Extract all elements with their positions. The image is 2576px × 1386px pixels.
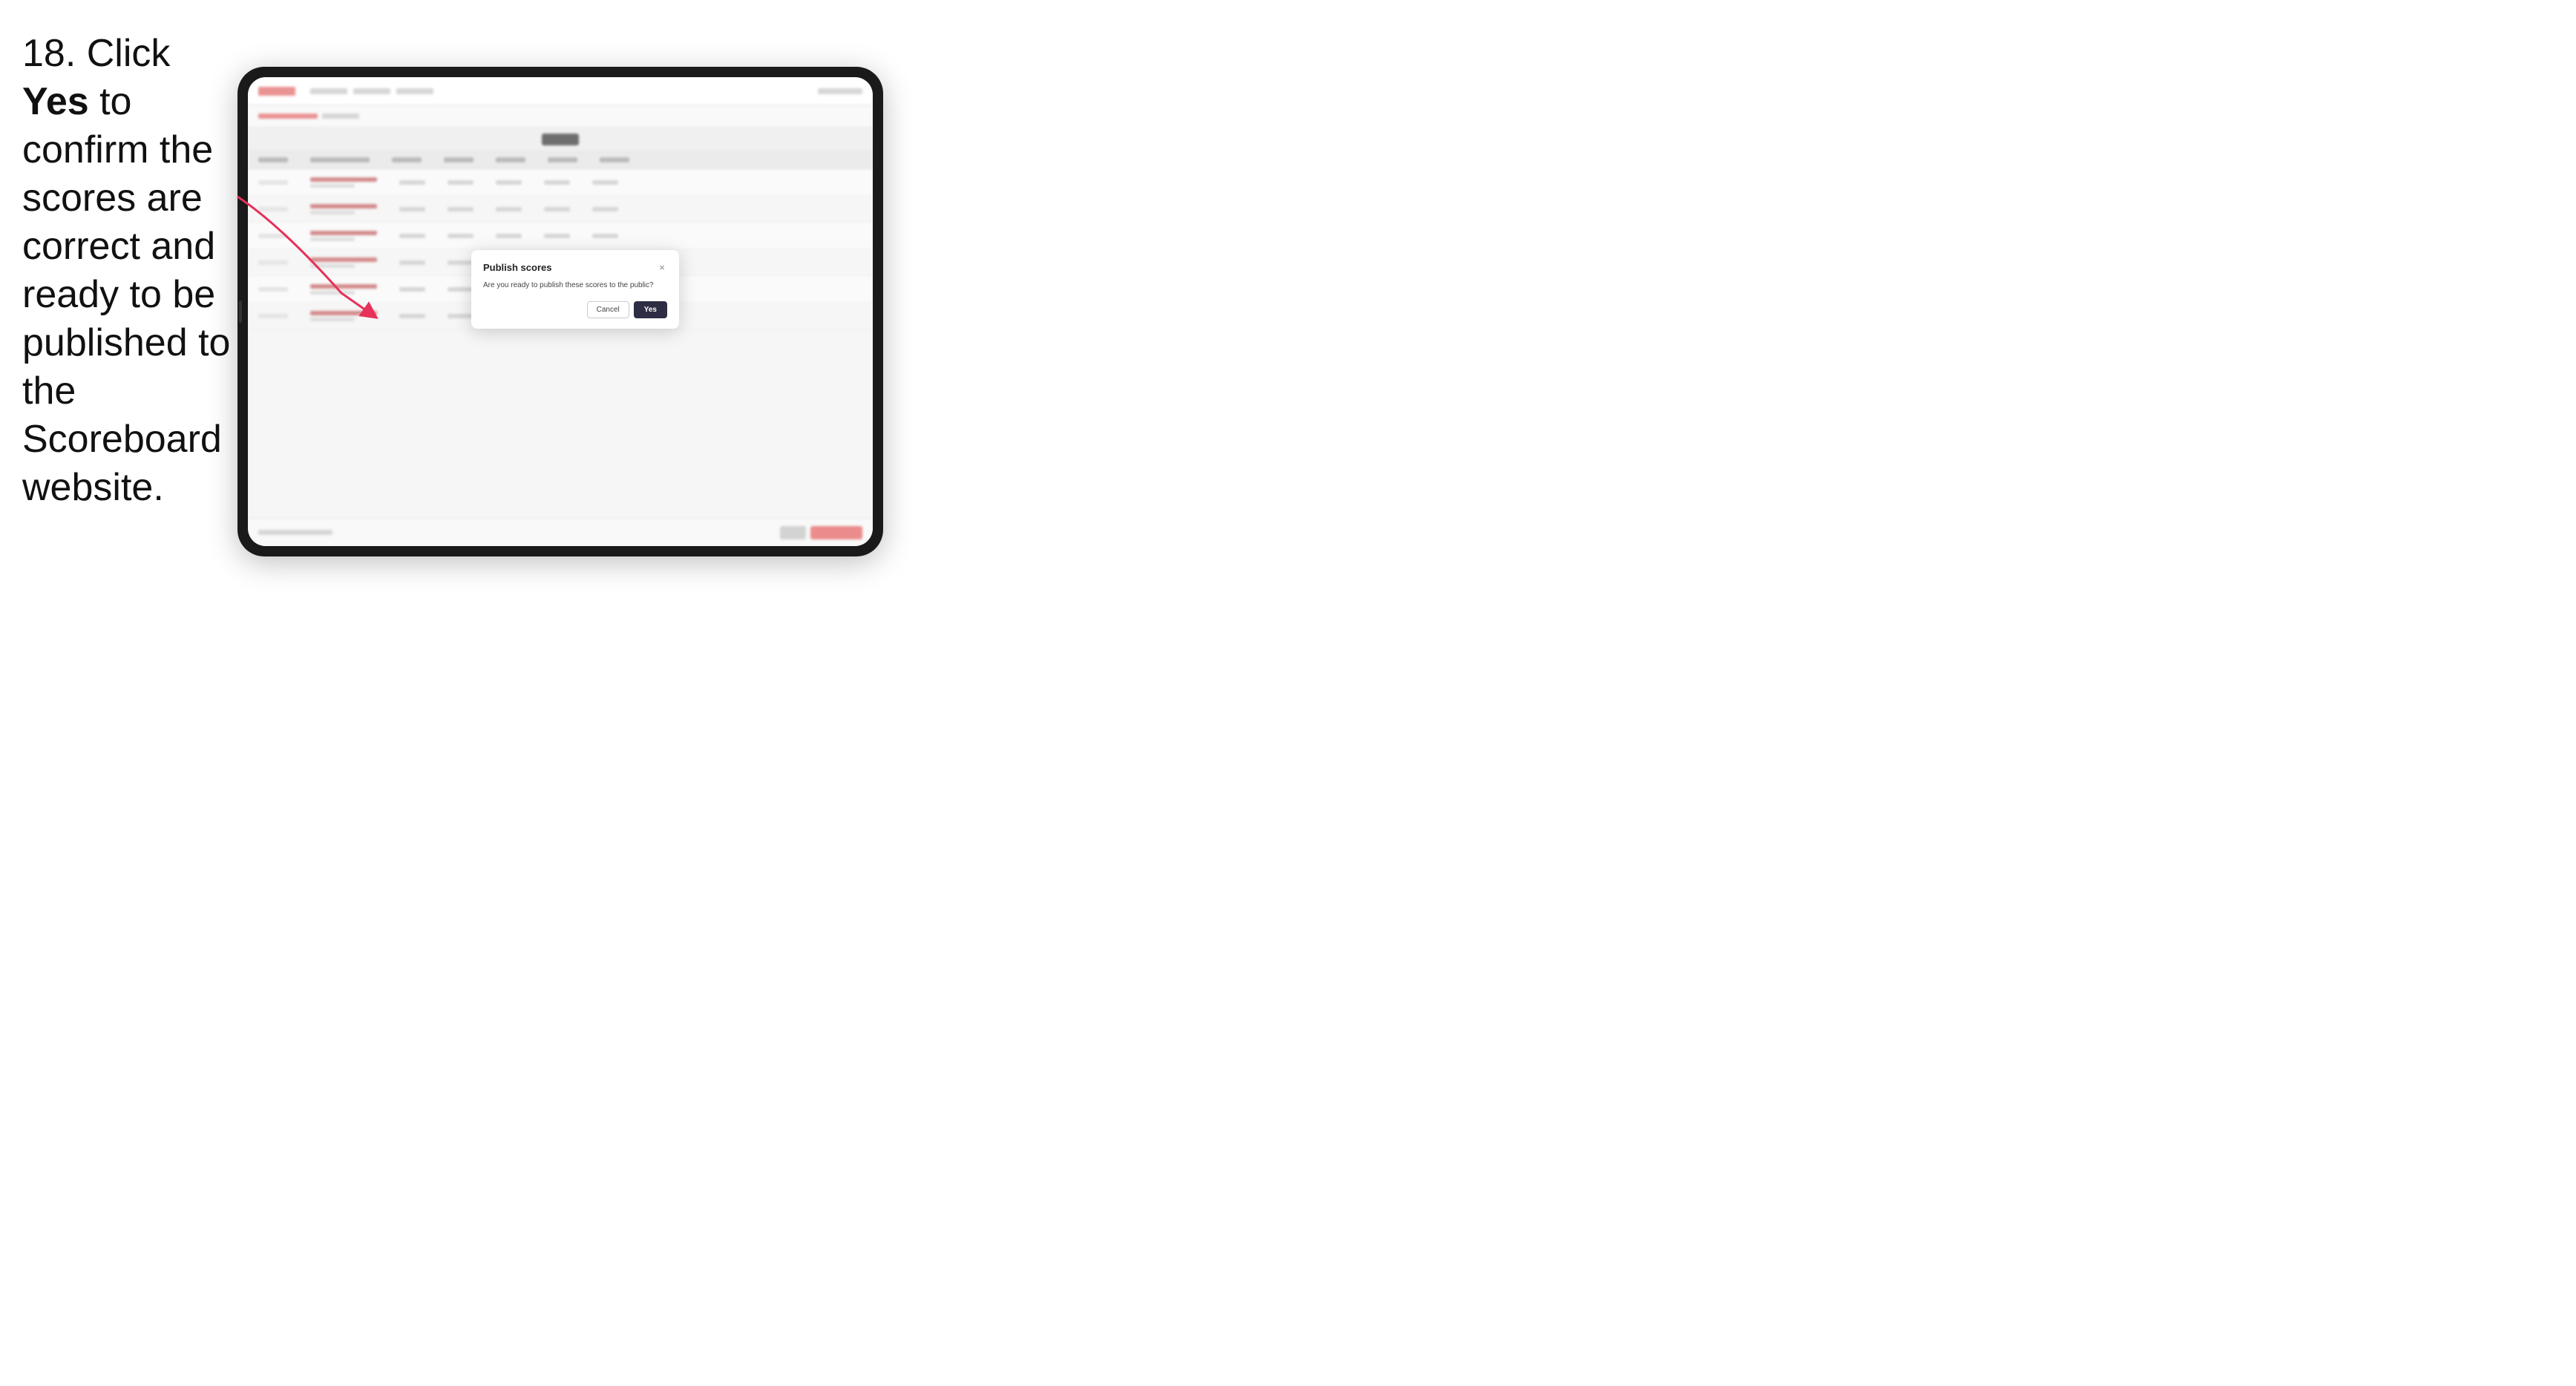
instruction-prefix: Click bbox=[87, 32, 171, 75]
modal-body: Are you ready to publish these scores to… bbox=[483, 280, 667, 291]
bold-keyword: Yes bbox=[22, 80, 89, 123]
instruction-text: 18. Click Yes to confirm the scores are … bbox=[22, 30, 237, 512]
modal-header: Publish scores × bbox=[483, 262, 667, 273]
modal-close-button[interactable]: × bbox=[657, 263, 667, 273]
tablet-device: Publish scores × Are you ready to publis… bbox=[237, 67, 883, 556]
instruction-suffix: to confirm the scores are correct and re… bbox=[22, 80, 230, 509]
modal-footer: Cancel Yes bbox=[483, 301, 667, 318]
step-number: 18. bbox=[22, 32, 76, 75]
modal-overlay: Publish scores × Are you ready to publis… bbox=[248, 77, 873, 546]
cancel-button[interactable]: Cancel bbox=[587, 301, 629, 318]
modal-title: Publish scores bbox=[483, 262, 551, 273]
yes-button[interactable]: Yes bbox=[634, 301, 667, 318]
tablet-side-button bbox=[239, 300, 242, 323]
publish-scores-modal: Publish scores × Are you ready to publis… bbox=[471, 250, 679, 329]
tablet-screen: Publish scores × Are you ready to publis… bbox=[248, 77, 873, 546]
